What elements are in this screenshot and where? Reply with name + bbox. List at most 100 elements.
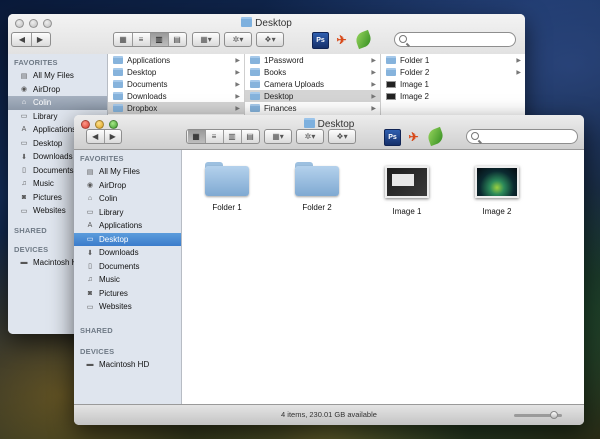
- sidebar-item-applications[interactable]: A Applications: [74, 219, 181, 233]
- list-view-button[interactable]: ≡: [133, 33, 151, 46]
- photoshop-icon[interactable]: Ps: [384, 129, 401, 146]
- folder-icon: [250, 92, 260, 100]
- toolbar: ◀ ▶ ▦ ≡ ▥ ▤ ▦▾ ✲▾ ❖▾ Ps ✈: [74, 126, 584, 147]
- leaf-icon: [353, 29, 374, 50]
- folder-icon: [250, 104, 260, 112]
- view-mode-control[interactable]: ▦ ≡ ▥ ▤: [113, 32, 187, 47]
- disclosure-arrow-icon: ▶: [516, 69, 521, 76]
- icon-size-slider[interactable]: [514, 411, 562, 419]
- desktop-icon: ▭: [20, 140, 28, 148]
- column-row[interactable]: Books ▶: [245, 66, 380, 78]
- sidebar-item-desktop[interactable]: ▭ Desktop: [74, 232, 181, 246]
- arrange-button[interactable]: ▦▾: [264, 129, 292, 144]
- sidebar-item-library[interactable]: ▭ Library: [74, 206, 181, 220]
- sidebar-item-all-my-files[interactable]: ▤ All My Files: [8, 69, 107, 83]
- sidebar-item-macintosh-hd[interactable]: ▬ Macintosh HD: [74, 358, 181, 372]
- column-row[interactable]: Applications ▶: [108, 54, 244, 66]
- leaf-app-icon[interactable]: [353, 29, 374, 50]
- window-title: Desktop: [8, 17, 525, 29]
- hard-drive-icon: ▬: [20, 258, 28, 266]
- folder-icon: [303, 118, 315, 128]
- folder-icon: [113, 92, 123, 100]
- icon-view-button[interactable]: ▦: [187, 130, 206, 143]
- sidebar-item-airdrop[interactable]: ◉ AirDrop: [8, 83, 107, 97]
- column-view-button[interactable]: ▥: [224, 130, 242, 143]
- back-button[interactable]: ◀: [87, 130, 105, 143]
- file-item-folder-2[interactable]: Folder 2: [277, 162, 357, 212]
- column-row[interactable]: Desktop ▶: [245, 90, 380, 102]
- action-button[interactable]: ✲▾: [224, 32, 252, 47]
- disclosure-arrow-icon: ▶: [371, 81, 376, 88]
- sidebar-item-documents[interactable]: ▯ Documents: [74, 260, 181, 274]
- column-row[interactable]: Folder 2 ▶: [381, 66, 525, 78]
- sidebar-item-pictures[interactable]: ◙ Pictures: [74, 287, 181, 301]
- disclosure-arrow-icon: ▶: [235, 69, 240, 76]
- column-row[interactable]: Desktop ▶: [108, 66, 244, 78]
- column-row[interactable]: Image 2: [381, 90, 525, 102]
- bird-app-icon[interactable]: ✈: [406, 129, 421, 144]
- sidebar-item-websites[interactable]: ▭ Websites: [74, 300, 181, 314]
- favorites-header: FAVORITES: [14, 58, 58, 67]
- folder-icon: ▭: [20, 113, 28, 121]
- action-button[interactable]: ✲▾: [296, 129, 324, 144]
- file-item-folder-1[interactable]: Folder 1: [187, 162, 267, 212]
- search-field[interactable]: [466, 129, 578, 144]
- front-window-titlebar[interactable]: Desktop ◀ ▶ ▦ ≡ ▥ ▤ ▦▾ ✲▾ ❖▾ Ps ✈: [74, 115, 584, 150]
- arrange-button[interactable]: ▦▾: [192, 32, 220, 47]
- hard-drive-icon: ▬: [86, 360, 94, 368]
- folder-icon: [250, 56, 260, 64]
- column-view-button[interactable]: ▥: [150, 33, 169, 46]
- folder-icon: [386, 68, 396, 76]
- folder-icon: [113, 68, 123, 76]
- all-files-icon: ▤: [20, 72, 28, 80]
- sidebar-item-colin[interactable]: ⌂ Colin: [8, 96, 107, 110]
- sidebar-item-airdrop[interactable]: ◉ AirDrop: [74, 179, 181, 193]
- all-files-icon: ▤: [86, 168, 94, 176]
- front-finder-window[interactable]: Desktop ◀ ▶ ▦ ≡ ▥ ▤ ▦▾ ✲▾ ❖▾ Ps ✈ FAVORI…: [74, 115, 584, 425]
- column-row[interactable]: 1Password ▶: [245, 54, 380, 66]
- dropbox-button[interactable]: ❖▾: [328, 129, 356, 144]
- column-row[interactable]: Downloads ▶: [108, 90, 244, 102]
- pictures-icon: ◙: [87, 289, 93, 297]
- folder-icon: [250, 68, 260, 76]
- back-forward-control[interactable]: ◀ ▶: [86, 129, 122, 144]
- photoshop-icon[interactable]: Ps: [312, 32, 329, 49]
- column-row[interactable]: Dropbox ▶: [108, 102, 244, 114]
- coverflow-view-button[interactable]: ▤: [169, 33, 186, 46]
- leaf-app-icon[interactable]: [425, 126, 446, 147]
- folder-icon: [241, 17, 253, 27]
- icon-view-button[interactable]: ▦: [115, 33, 133, 46]
- back-button[interactable]: ◀: [14, 33, 32, 46]
- image-file-icon: [386, 92, 396, 100]
- folder-icon: [113, 104, 123, 112]
- column-row[interactable]: Finances ▶: [245, 102, 380, 114]
- column-row[interactable]: Image 1: [381, 78, 525, 90]
- column-row[interactable]: Documents ▶: [108, 78, 244, 90]
- coverflow-view-button[interactable]: ▤: [242, 130, 259, 143]
- front-sidebar: FAVORITES ▤ All My Files ◉ AirDrop ⌂ Colin …: [74, 150, 182, 405]
- downloads-icon: ⬇: [87, 249, 93, 257]
- list-view-button[interactable]: ≡: [206, 130, 224, 143]
- sidebar-item-music[interactable]: ♫ Music: [74, 273, 181, 287]
- dropbox-button[interactable]: ❖▾: [256, 32, 284, 47]
- sidebar-item-downloads[interactable]: ⬇ Downloads: [74, 246, 181, 260]
- back-window-titlebar[interactable]: Desktop ◀ ▶ ▦ ≡ ▥ ▤ ▦▾ ✲▾ ❖▾ Ps ✈: [8, 14, 525, 55]
- sidebar-item-all-my-files[interactable]: ▤ All My Files: [74, 165, 181, 179]
- forward-button[interactable]: ▶: [32, 33, 49, 46]
- folder-icon: [205, 162, 249, 196]
- column-row[interactable]: Camera Uploads ▶: [245, 78, 380, 90]
- sidebar-item-colin[interactable]: ⌂ Colin: [74, 192, 181, 206]
- bird-app-icon[interactable]: ✈: [334, 32, 349, 47]
- file-item-image-1[interactable]: Image 1: [367, 162, 447, 216]
- back-forward-control[interactable]: ◀ ▶: [11, 32, 51, 47]
- folder-icon: [295, 162, 339, 196]
- file-item-image-2[interactable]: Image 2: [457, 162, 537, 216]
- slider-knob[interactable]: [550, 411, 558, 419]
- documents-icon: ▯: [22, 167, 26, 175]
- search-field[interactable]: [394, 32, 516, 47]
- view-mode-control[interactable]: ▦ ≡ ▥ ▤: [186, 129, 260, 144]
- folder-icon: ▭: [20, 207, 28, 215]
- folder-icon: [113, 56, 123, 64]
- forward-button[interactable]: ▶: [105, 130, 122, 143]
- column-row[interactable]: Folder 1 ▶: [381, 54, 525, 66]
